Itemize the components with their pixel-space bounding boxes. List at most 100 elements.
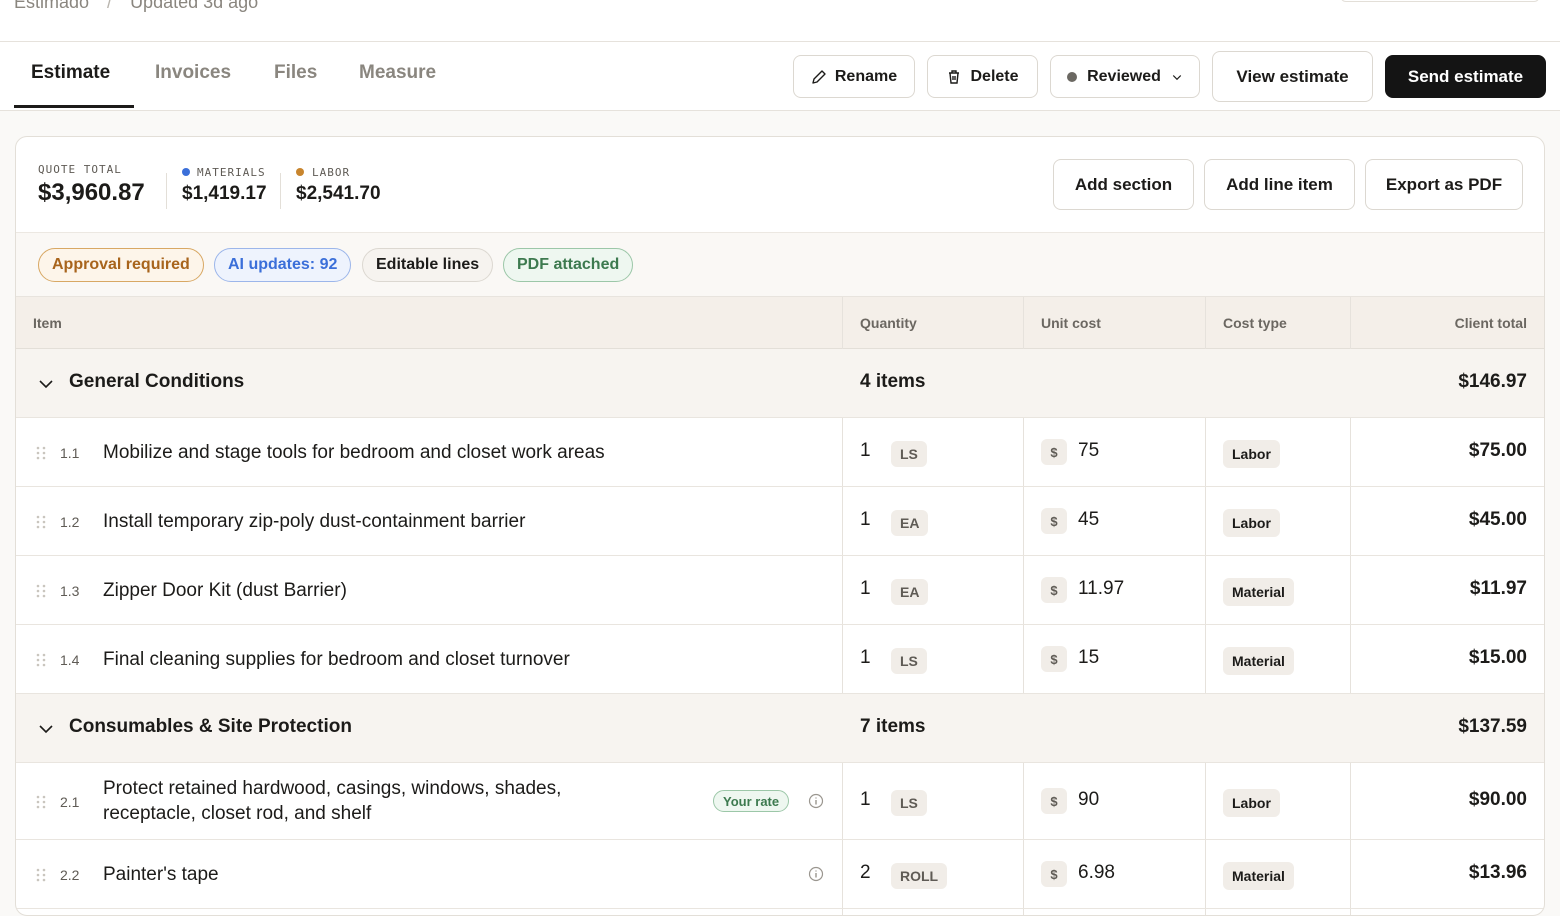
line-unit-cost[interactable]: 90	[1078, 789, 1099, 811]
line-number: 2.2	[60, 867, 80, 883]
delete-button[interactable]: Delete	[927, 55, 1038, 98]
drag-handle-icon[interactable]	[36, 446, 46, 460]
rename-label: Rename	[834, 67, 898, 85]
materials-value: $1,419.17	[182, 183, 267, 204]
drag-handle-icon[interactable]	[36, 653, 46, 667]
add-line-item-button[interactable]: Add line item	[1204, 159, 1355, 210]
line-description-line1[interactable]: Protect retained hardwood, casings, wind…	[103, 776, 561, 801]
unit-badge[interactable]: EA	[891, 510, 929, 536]
cost-type-badge[interactable]: Labor	[1223, 509, 1280, 537]
ai-updates-chip[interactable]: AI updates: 92	[214, 248, 352, 282]
line-description[interactable]: Install temporary zip-poly dust-containm…	[103, 509, 525, 534]
drag-handle-icon[interactable]	[36, 795, 46, 809]
line-unit-cost[interactable]: 45	[1078, 509, 1099, 531]
add-section-button[interactable]: Add section	[1053, 159, 1194, 210]
labor-label: LABOR	[312, 166, 351, 179]
materials-dot-icon	[182, 168, 190, 176]
tab-estimate[interactable]: Estimate	[31, 62, 110, 84]
chevron-down-icon	[1172, 74, 1182, 80]
drag-handle-icon[interactable]	[36, 584, 46, 598]
tab-invoices[interactable]: Invoices	[155, 62, 231, 84]
line-description-line2[interactable]: receptacle, closet rod, and shelf	[103, 801, 371, 826]
col-client-total[interactable]: Client total	[1455, 315, 1527, 331]
dollar-icon: $	[1041, 439, 1067, 465]
table-row[interactable]: 1.3 Zipper Door Kit (dust Barrier) 1 EA …	[16, 556, 1544, 625]
table-row[interactable]: 2.1 Protect retained hardwood, casings, …	[16, 763, 1544, 840]
chevron-down-icon[interactable]	[38, 721, 54, 737]
tab-files[interactable]: Files	[274, 62, 317, 84]
status-chips: Approval required AI updates: 92 Editabl…	[16, 233, 1544, 297]
dollar-icon: $	[1041, 646, 1067, 672]
table-row[interactable]: 2.2 Painter's tape 2 ROLL $ 6.98 Materia…	[16, 840, 1544, 909]
line-description[interactable]: Mobilize and stage tools for bedroom and…	[103, 440, 605, 465]
line-quantity[interactable]: 2	[860, 862, 871, 884]
col-quantity[interactable]: Quantity	[860, 315, 917, 331]
trash-icon	[949, 69, 960, 84]
unit-badge[interactable]: EA	[891, 579, 929, 605]
cost-type-badge[interactable]: Material	[1223, 578, 1294, 606]
top-control[interactable]	[1340, 0, 1540, 2]
cost-type-badge[interactable]: Labor	[1223, 789, 1280, 817]
line-quantity[interactable]: 1	[860, 509, 871, 531]
line-unit-cost[interactable]: 6.98	[1078, 862, 1115, 884]
section-total: $137.59	[1458, 716, 1527, 737]
send-estimate-button[interactable]: Send estimate	[1385, 55, 1546, 98]
approval-chip[interactable]: Approval required	[38, 248, 204, 282]
drag-handle-icon[interactable]	[36, 868, 46, 882]
export-pdf-button[interactable]: Export as PDF	[1365, 159, 1523, 210]
summary-divider	[280, 173, 281, 209]
line-description[interactable]: Painter's tape	[103, 862, 219, 887]
breadcrumb-separator: /	[107, 0, 113, 12]
rename-button[interactable]: Rename	[793, 55, 915, 98]
cost-type-badge[interactable]: Material	[1223, 647, 1294, 675]
pdf-attached-chip[interactable]: PDF attached	[503, 248, 634, 282]
top-bar: Estimado / Updated 3d ago	[0, 0, 1560, 42]
drag-handle-icon[interactable]	[36, 515, 46, 529]
line-description[interactable]: Final cleaning supplies for bedroom and …	[103, 647, 570, 672]
line-quantity[interactable]: 1	[860, 789, 871, 811]
unit-badge[interactable]: LS	[891, 790, 927, 816]
line-number: 2.1	[60, 794, 80, 810]
chevron-down-icon[interactable]	[38, 376, 54, 392]
dollar-icon: $	[1041, 577, 1067, 603]
section-title: General Conditions	[69, 371, 245, 392]
breadcrumb-project[interactable]: Estimado	[14, 0, 89, 13]
table-row[interactable]: 1.2 Install temporary zip-poly dust-cont…	[16, 487, 1544, 556]
editable-lines-chip[interactable]: Editable lines	[362, 248, 494, 282]
line-quantity[interactable]: 1	[860, 440, 871, 462]
unit-badge[interactable]: LS	[891, 648, 927, 674]
line-number: 1.3	[60, 583, 80, 599]
col-item[interactable]: Item	[33, 315, 62, 331]
info-icon[interactable]	[808, 866, 824, 882]
section-row[interactable]: Consumables & Site Protection 7 items $1…	[16, 694, 1544, 763]
unit-badge[interactable]: LS	[891, 441, 927, 467]
dollar-icon: $	[1041, 861, 1067, 887]
cost-type-badge[interactable]: Labor	[1223, 440, 1280, 468]
cost-type-badge[interactable]: Material	[1223, 862, 1294, 890]
col-cost-type[interactable]: Cost type	[1223, 315, 1287, 331]
info-icon[interactable]	[808, 793, 824, 809]
tab-measure[interactable]: Measure	[359, 62, 436, 84]
line-quantity[interactable]: 1	[860, 647, 871, 669]
view-estimate-button[interactable]: View estimate	[1212, 51, 1373, 102]
tabs-bar: Estimate Invoices Files Measure Rename D…	[0, 42, 1560, 111]
col-unit-cost[interactable]: Unit cost	[1041, 315, 1101, 331]
breadcrumb-updated: Updated 3d ago	[130, 0, 259, 12]
line-quantity[interactable]: 1	[860, 578, 871, 600]
line-unit-cost[interactable]: 75	[1078, 440, 1099, 462]
line-number: 1.4	[60, 652, 80, 668]
delete-label: Delete	[970, 67, 1019, 85]
unit-badge[interactable]: ROLL	[891, 863, 948, 889]
table-row[interactable]: 1.4 Final cleaning supplies for bedroom …	[16, 625, 1544, 694]
table-row[interactable]: 1.1 Mobilize and stage tools for bedroom…	[16, 418, 1544, 487]
labor-dot-icon	[296, 168, 304, 176]
status-dot-icon	[1067, 71, 1078, 82]
section-row[interactable]: General Conditions 4 items $146.97	[16, 349, 1544, 418]
line-unit-cost[interactable]: 11.97	[1078, 578, 1124, 600]
status-select[interactable]: Reviewed	[1050, 55, 1200, 98]
line-description[interactable]: Zipper Door Kit (dust Barrier)	[103, 578, 347, 603]
line-total: $90.00	[1468, 789, 1527, 810]
line-unit-cost[interactable]: 15	[1078, 647, 1099, 669]
estimate-card: QUOTE TOTAL $3,960.87 MATERIALS $1,419.1…	[15, 136, 1545, 916]
materials-label: MATERIALS	[197, 166, 266, 179]
